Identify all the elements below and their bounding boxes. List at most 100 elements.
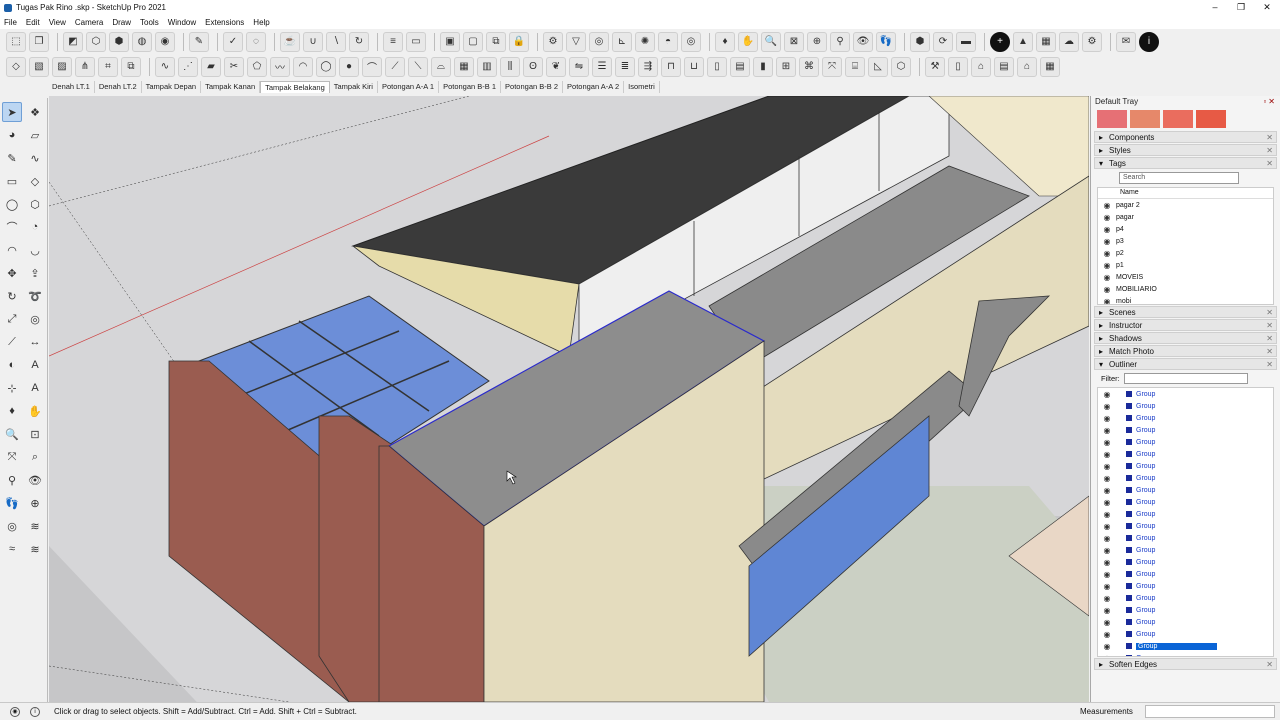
curve-icon[interactable]: ∿ [155, 56, 175, 77]
close-icon[interactable]: ✕ [1266, 132, 1276, 142]
line-red-icon[interactable]: ⟋ [385, 56, 405, 77]
panel-styles[interactable]: ▸ Styles ✕ [1094, 144, 1277, 156]
visibility-eye-icon[interactable]: ◉ [1098, 558, 1116, 567]
visibility-eye-icon[interactable]: ◉ [1098, 522, 1116, 531]
mesh-icon[interactable]: ⌘ [799, 56, 819, 77]
coil-icon[interactable]: ʘ [523, 56, 543, 77]
visibility-eye-icon[interactable]: ◉ [1098, 402, 1116, 411]
orbit-icon[interactable]: ↻ [349, 31, 369, 52]
nurbs-icon[interactable]: ◠ [293, 56, 313, 77]
box-outline-icon[interactable]: ⬡ [891, 56, 911, 77]
pan-icon[interactable]: ✋ [738, 31, 758, 52]
sphere-icon[interactable]: ◍ [132, 31, 152, 52]
tool-icon[interactable]: ⚒ [925, 56, 945, 77]
visibility-eye-icon[interactable]: ◉ [1098, 297, 1116, 305]
visibility-eye-icon[interactable]: ◉ [1098, 546, 1116, 555]
check-icon[interactable]: ✓ [223, 31, 243, 52]
ball-icon[interactable]: ● [339, 56, 359, 77]
rotate-icon[interactable]: ↻ [2, 286, 22, 306]
tag-row[interactable]: ◉ mobi [1098, 295, 1273, 305]
stack-icon[interactable]: ☰ [592, 56, 612, 77]
outliner-row[interactable]: ◉ Group [1098, 472, 1273, 484]
close-icon[interactable]: ✕ [1266, 320, 1276, 330]
tag-row[interactable]: ◉ p4 [1098, 223, 1273, 235]
extension-warehouse-icon[interactable]: ⬢ [910, 31, 930, 52]
visibility-eye-icon[interactable]: ◉ [1098, 273, 1116, 282]
close-icon[interactable]: ✕ [1266, 145, 1276, 155]
layout-icon[interactable]: ▬ [956, 31, 976, 52]
zoom-extents-tool-icon[interactable]: ⤧ [2, 447, 22, 467]
vector-icon[interactable]: ⤧ [822, 56, 842, 77]
info-icon[interactable]: i [1139, 31, 1159, 52]
menu-file[interactable]: File [4, 18, 17, 27]
door-icon[interactable]: ▯ [948, 56, 968, 77]
push-pull-icon[interactable]: ⇪ [25, 263, 45, 283]
checker-icon[interactable]: ▦ [1036, 31, 1056, 52]
box-icon[interactable]: ⬡ [86, 31, 106, 52]
sandbox-scratch-icon[interactable]: ≋ [25, 516, 45, 536]
sandbox-icon[interactable]: ◎ [2, 516, 22, 536]
red-curve-icon[interactable]: ⌓ [431, 56, 451, 77]
protractor-icon[interactable]: ◎ [589, 31, 609, 52]
visibility-eye-icon[interactable]: ◉ [1098, 426, 1116, 435]
visibility-eye-icon[interactable]: ◉ [1098, 594, 1116, 603]
tree-icon[interactable]: ▲ [1013, 31, 1033, 52]
visibility-eye-icon[interactable]: ◉ [1098, 225, 1116, 234]
pan-tool-icon[interactable]: ✋ [25, 401, 45, 421]
panel-shadows[interactable]: ▸ Shadows ✕ [1094, 332, 1277, 344]
copy-icon[interactable]: ⧉ [486, 31, 506, 52]
measurements-input[interactable] [1145, 705, 1275, 718]
walk-tool-icon[interactable]: 👣 [2, 493, 22, 513]
outliner-row[interactable]: ◉ Group [1098, 640, 1273, 652]
teapot-icon[interactable]: ☕ [280, 31, 300, 52]
visibility-eye-icon[interactable]: ◉ [1098, 261, 1116, 270]
select-icon[interactable]: ⬚ [6, 31, 26, 52]
shape-select-icon[interactable]: ⬠ [247, 56, 267, 77]
subtract-icon[interactable]: ∖ [326, 31, 346, 52]
close-icon[interactable]: ✕ [1266, 333, 1276, 343]
grid-icon[interactable]: ▦ [454, 56, 474, 77]
tags-column-name[interactable]: Name [1098, 188, 1273, 199]
visibility-eye-icon[interactable]: ◉ [1098, 642, 1116, 651]
visibility-eye-icon[interactable]: ◉ [1098, 510, 1116, 519]
arc-tool-icon[interactable]: ⌒ [2, 217, 22, 237]
polygon-icon[interactable]: ⬡ [25, 194, 45, 214]
solid-icon[interactable]: ⬢ [109, 31, 129, 52]
polyline-icon[interactable]: ⋰ [178, 56, 198, 77]
sync-icon[interactable]: ⟳ [933, 31, 953, 52]
rail-icon[interactable]: ⊔ [684, 56, 704, 77]
cube-shaded-icon[interactable]: ▨ [52, 56, 72, 77]
menu-view[interactable]: View [49, 18, 66, 27]
tab-scene[interactable]: Isometri [624, 80, 660, 93]
tab-scene[interactable]: Tampak Kanan [201, 80, 261, 93]
zoom-window-icon[interactable]: ⊠ [784, 31, 804, 52]
wire-icon[interactable]: ⌗ [98, 56, 118, 77]
outliner-row[interactable]: ◉ Group [1098, 580, 1273, 592]
visibility-eye-icon[interactable]: ◉ [1098, 438, 1116, 447]
outliner-row[interactable]: ◉ Group [1098, 508, 1273, 520]
smoove-icon[interactable]: ≈ [2, 539, 22, 559]
text-icon[interactable]: ≡ [383, 31, 403, 52]
house-icon[interactable]: ⌂ [1017, 56, 1037, 77]
tape-icon[interactable]: ▽ [566, 31, 586, 52]
menu-extensions[interactable]: Extensions [205, 18, 244, 27]
outliner-row[interactable]: ◉ Group [1098, 652, 1273, 656]
outliner-row[interactable]: ◉ Group [1098, 412, 1273, 424]
outliner-row[interactable]: ◉ Group [1098, 496, 1273, 508]
protractor-tool-icon[interactable]: ◐ [2, 355, 22, 375]
visibility-eye-icon[interactable]: ◉ [1098, 462, 1116, 471]
visibility-eye-icon[interactable]: ◉ [1098, 498, 1116, 507]
position-camera-icon[interactable]: ⚲ [830, 31, 850, 52]
outliner-row[interactable]: ◉ Group [1098, 484, 1273, 496]
bars-icon[interactable]: ▮ [753, 56, 773, 77]
make-component-icon[interactable]: ❖ [25, 102, 45, 122]
target-icon[interactable]: ◎ [681, 31, 701, 52]
paint-icon[interactable]: ✎ [189, 31, 209, 52]
shaded-icon[interactable]: ◉ [155, 31, 175, 52]
tray-controls[interactable]: ▫✕ [1263, 96, 1280, 108]
outliner-row[interactable]: ◉ Group [1098, 424, 1273, 436]
wall-icon[interactable]: ▯ [707, 56, 727, 77]
panel-tags[interactable]: ▾ Tags ✕ [1094, 157, 1277, 169]
lock-icon[interactable]: 🔒 [509, 31, 529, 52]
tag-row[interactable]: ◉ p3 [1098, 235, 1273, 247]
